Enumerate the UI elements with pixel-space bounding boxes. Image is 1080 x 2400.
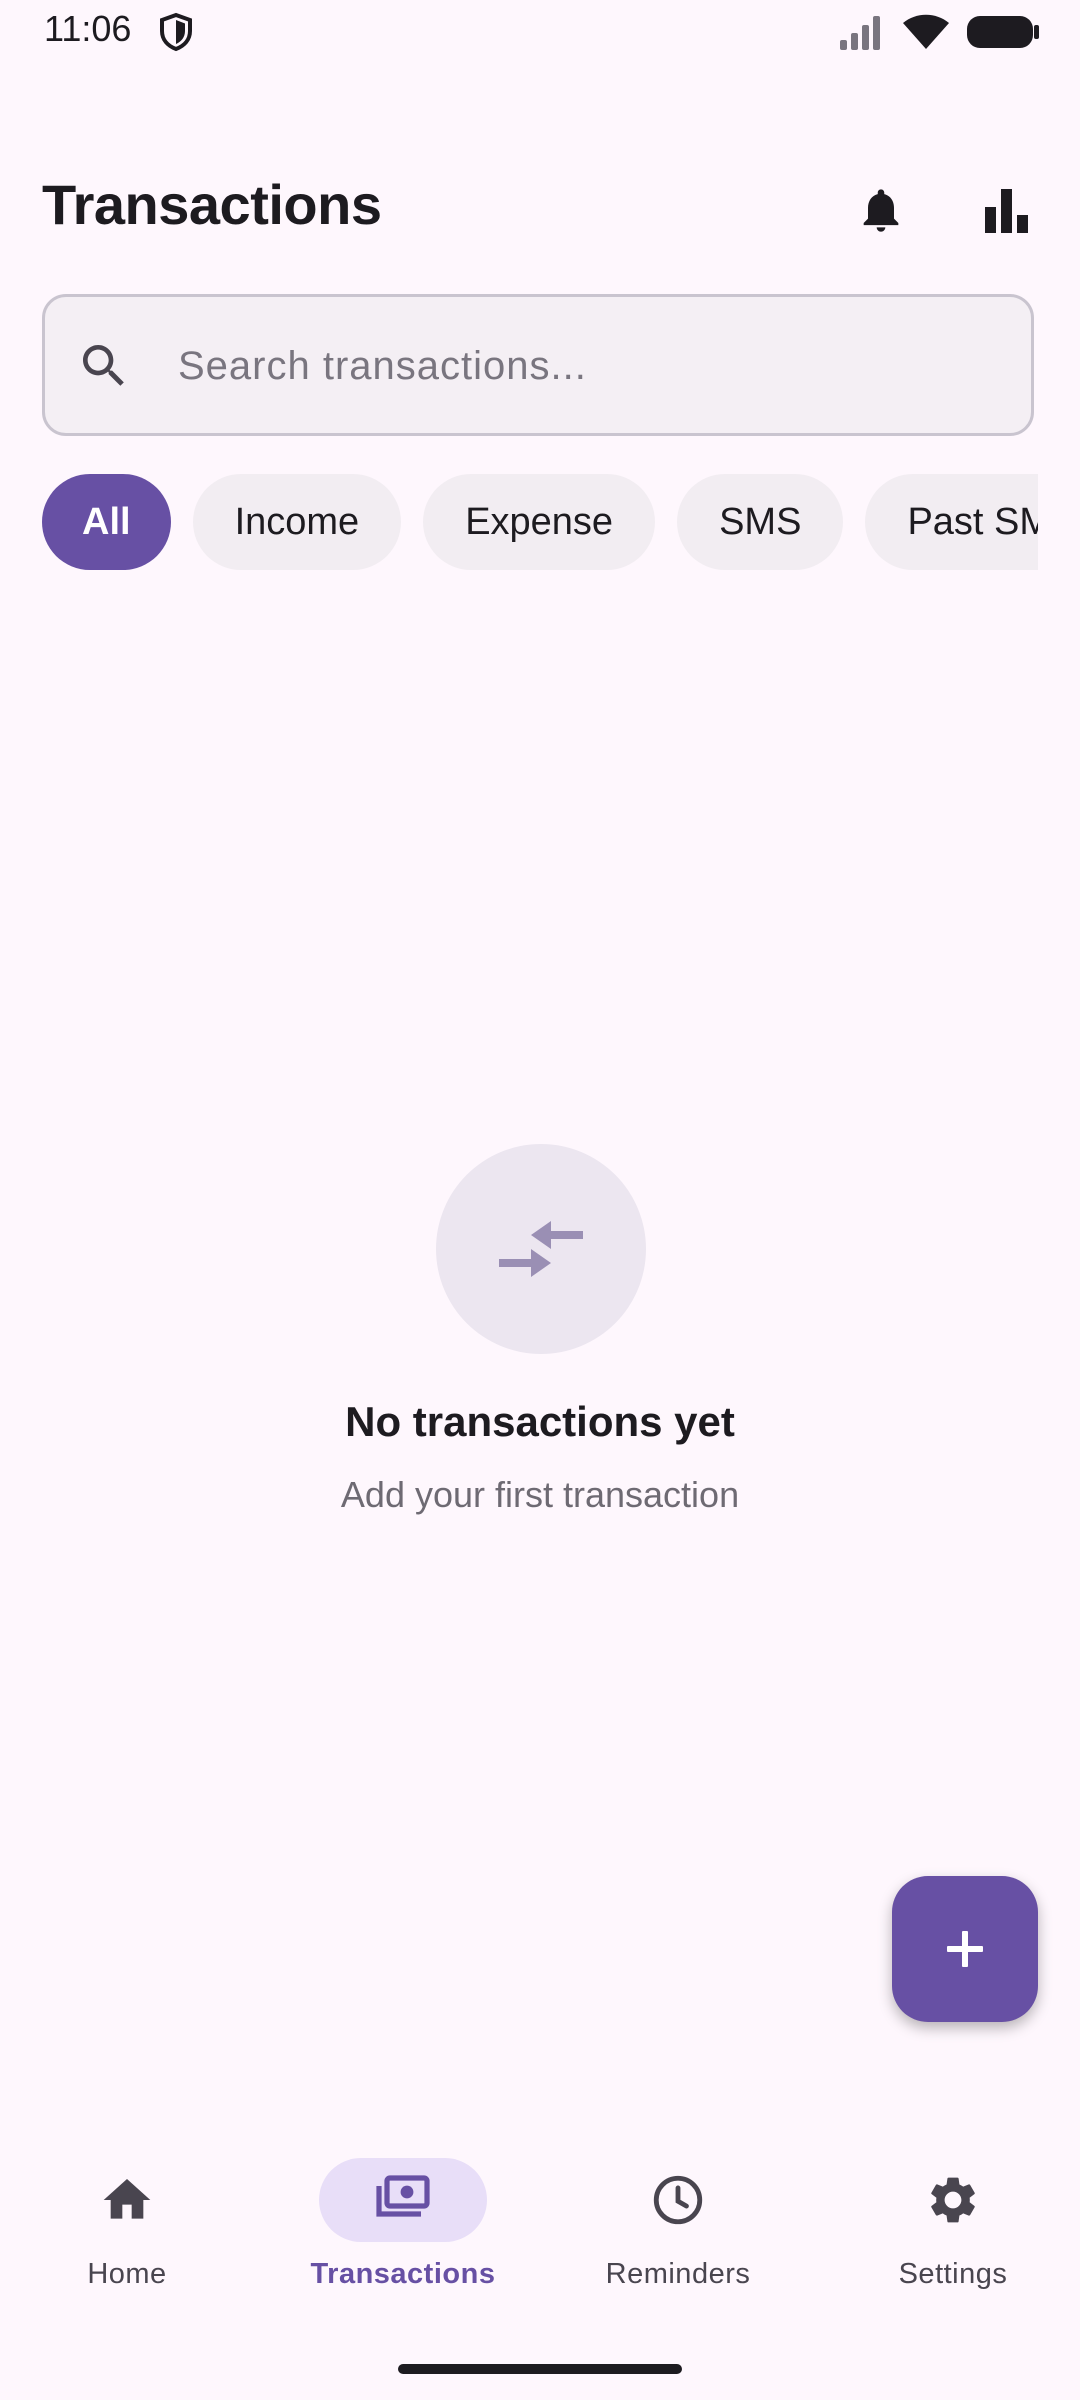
- nav-item-transactions[interactable]: Transactions: [283, 2150, 523, 2320]
- status-icons: [838, 10, 1040, 54]
- notifications-button[interactable]: [848, 170, 914, 250]
- search-icon: [76, 338, 132, 394]
- nav-item-reminders[interactable]: Reminders: [558, 2150, 798, 2320]
- nav-label-settings: Settings: [898, 2258, 1008, 2290]
- filter-chips: All Income Expense SMS Past SMS: [42, 474, 1038, 570]
- search-input[interactable]: [178, 326, 998, 406]
- chip-income[interactable]: Income: [192, 474, 402, 570]
- wifi-icon: [903, 14, 949, 49]
- home-icon: [103, 2179, 151, 2219]
- nav-label-reminders: Reminders: [605, 2258, 751, 2290]
- empty-state-illustration: [436, 1144, 646, 1354]
- compare-arrows-icon: [499, 1221, 583, 1277]
- nav-item-settings[interactable]: Settings: [833, 2150, 1073, 2320]
- gesture-home-indicator[interactable]: [398, 2364, 682, 2374]
- chip-all[interactable]: All: [42, 474, 171, 570]
- nav-label-transactions: Transactions: [310, 2258, 496, 2290]
- payments-icon: [376, 2175, 430, 2217]
- battery-icon: [967, 16, 1039, 48]
- chip-sms[interactable]: SMS: [677, 474, 844, 570]
- nav-item-home[interactable]: Home: [7, 2150, 247, 2320]
- plus-icon: [947, 1931, 983, 1967]
- statistics-button[interactable]: [972, 170, 1042, 250]
- gear-icon: [931, 2177, 975, 2223]
- shield-icon: [158, 12, 194, 52]
- empty-state-subtitle: Add your first transaction: [340, 1474, 740, 1515]
- signal-icon: [840, 16, 880, 50]
- chip-expense[interactable]: Expense: [423, 474, 656, 570]
- add-transaction-button[interactable]: [892, 1876, 1038, 2022]
- page-title: Transactions: [42, 173, 382, 236]
- clock-icon: [653, 2175, 703, 2225]
- status-time: 11:06: [44, 8, 132, 49]
- bar-chart-icon: [985, 189, 1028, 233]
- chip-past-sms[interactable]: Past SMS: [865, 474, 1038, 570]
- nav-label-home: Home: [87, 2258, 167, 2290]
- empty-state-title: No transactions yet: [345, 1398, 735, 1445]
- bell-icon: [863, 189, 899, 232]
